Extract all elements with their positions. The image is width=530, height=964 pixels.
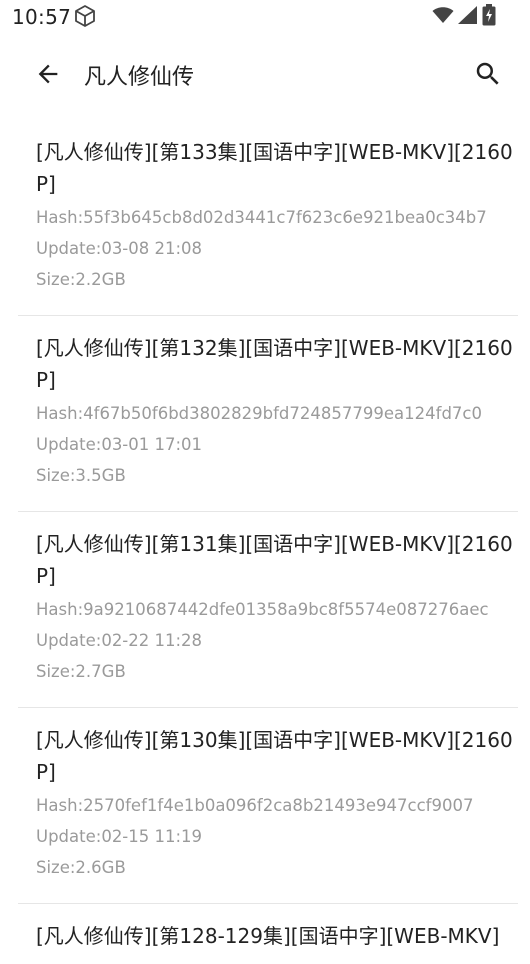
item-title: [凡人修仙传][第133集][国语中字][WEB-MKV][2160P] (36, 140, 513, 196)
list-item[interactable]: [凡人修仙传][第133集][国语中字][WEB-MKV][2160P] Has… (18, 120, 518, 316)
item-update: Update:02-22 11:28 (36, 631, 203, 650)
status-bar: 10:57 (0, 0, 530, 34)
signal-icon (458, 6, 478, 28)
item-hash: Hash:9a9210687442dfe01358a9bc8f5574e0872… (36, 600, 489, 619)
item-title: [凡人修仙传][第128-129集][国语中字][WEB-MKV] (36, 924, 500, 948)
search-button[interactable] (468, 56, 508, 96)
item-title: [凡人修仙传][第132集][国语中字][WEB-MKV][2160P] (36, 336, 513, 392)
item-hash: Hash:2570fef1f4e1b0a096f2ca8b21493e947cc… (36, 796, 474, 815)
item-size: Size:2.6GB (36, 858, 126, 877)
item-size: Size:3.5GB (36, 466, 126, 485)
list-item[interactable]: [凡人修仙传][第131集][国语中字][WEB-MKV][2160P] Has… (18, 512, 518, 708)
back-button[interactable] (28, 56, 68, 96)
item-update: Update:03-01 17:01 (36, 435, 203, 454)
status-icons (432, 4, 496, 30)
item-hash: Hash:55f3b645cb8d02d3441c7f623c6e921bea0… (36, 208, 487, 227)
cube-icon (73, 4, 97, 28)
search-icon (473, 59, 503, 93)
item-update: Update:03-08 21:08 (36, 239, 203, 258)
arrow-back-icon (34, 60, 62, 92)
item-size: Size:2.2GB (36, 270, 126, 289)
item-update: Update:02-15 11:19 (36, 827, 203, 846)
status-time: 10:57 (12, 5, 72, 29)
item-title: [凡人修仙传][第130集][国语中字][WEB-MKV][2160P] (36, 728, 513, 784)
page-title: 凡人修仙传 (84, 65, 195, 90)
wifi-icon (432, 6, 454, 28)
list-item[interactable]: [凡人修仙传][第132集][国语中字][WEB-MKV][2160P] Has… (18, 316, 518, 512)
item-size: Size:2.7GB (36, 662, 126, 681)
battery-charging-icon (482, 4, 496, 30)
list-item[interactable]: [凡人修仙传][第130集][国语中字][WEB-MKV][2160P] Has… (18, 708, 518, 904)
results-list: [凡人修仙传][第133集][国语中字][WEB-MKV][2160P] Has… (18, 120, 518, 964)
app-bar: 凡人修仙传 (0, 34, 530, 118)
list-item[interactable]: [凡人修仙传][第128-129集][国语中字][WEB-MKV] (18, 904, 518, 964)
item-title: [凡人修仙传][第131集][国语中字][WEB-MKV][2160P] (36, 532, 513, 588)
item-hash: Hash:4f67b50f6bd3802829bfd724857799ea124… (36, 404, 482, 423)
